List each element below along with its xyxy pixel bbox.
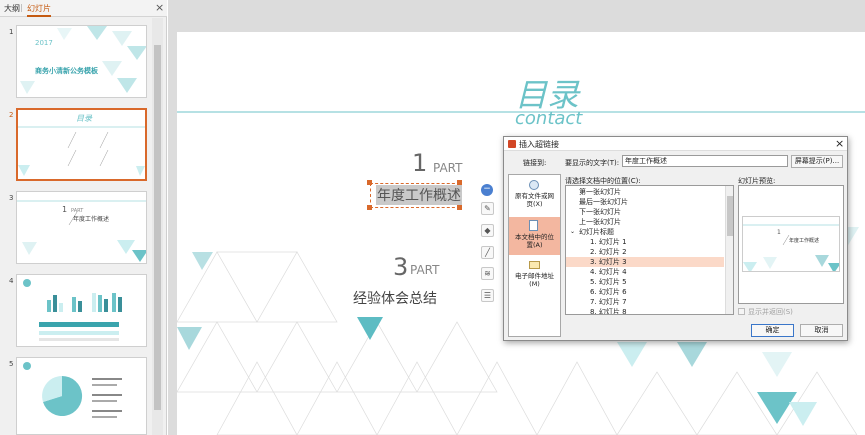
nav-existing-file[interactable]: 原有文件或网页(X): [509, 177, 560, 215]
preview-text: 年度工作概述: [789, 238, 820, 244]
part3-number[interactable]: 3: [393, 253, 408, 281]
slide-thumbnail-3[interactable]: 1 PART 年度工作概述: [16, 191, 147, 264]
line-style-icon[interactable]: ╱: [481, 246, 494, 259]
part3-text[interactable]: 经验体会总结: [353, 288, 437, 308]
thumb-title: 目录: [76, 114, 92, 123]
tab-slides[interactable]: 幻灯片: [27, 3, 51, 17]
scrollbar-thumb[interactable]: [154, 45, 161, 410]
doc-place-icon: [529, 220, 538, 231]
pane-tabs: 大纲 | 幻灯片 ×: [0, 0, 167, 17]
part1-number[interactable]: 1: [412, 149, 427, 177]
list-item-selected[interactable]: 3. 幻灯片 3: [566, 257, 724, 267]
edit-shape-icon[interactable]: ✎: [481, 202, 494, 215]
preview-pattern: [743, 224, 839, 271]
slide-thumbnail-2[interactable]: 目录: [16, 108, 147, 181]
mail-icon: [529, 261, 540, 269]
show-return-label: 显示并返回(S): [748, 308, 793, 316]
nav-label: 本文档中的位置(A): [515, 233, 554, 249]
list-item[interactable]: 5. 幻灯片 5: [566, 277, 724, 287]
slide-thumbnail-5[interactable]: [16, 357, 147, 435]
slide-thumbnail-4[interactable]: [16, 274, 147, 347]
list-item[interactable]: 最后一张幻灯片: [566, 197, 724, 207]
globe-doc-icon: [529, 180, 539, 190]
ok-button[interactable]: 确定: [751, 324, 794, 337]
thumb-number: 1: [9, 28, 14, 36]
resize-handle[interactable]: [367, 205, 372, 210]
thumb-year: 2017: [35, 39, 53, 47]
close-icon[interactable]: ×: [155, 1, 164, 14]
nav-email-address[interactable]: 电子邮件地址(M): [509, 257, 560, 295]
settings-icon[interactable]: ☰: [481, 289, 494, 302]
list-scrollbar[interactable]: [725, 186, 733, 314]
insert-hyperlink-dialog: 插入超链接 × 链接到: 要显示的文字(T): 年度工作概述 屏幕提示(P)..…: [503, 136, 848, 341]
resize-handle[interactable]: [367, 180, 372, 185]
part1-label[interactable]: PART: [433, 161, 462, 175]
nav-label: 电子邮件地址(M): [515, 272, 554, 288]
list-item[interactable]: 8. 幻灯片 8: [566, 307, 724, 314]
thumb-pattern: [20, 26, 146, 94]
link-to-label: 链接到:: [523, 159, 547, 167]
fill-icon[interactable]: ◆: [481, 224, 494, 237]
display-text-label: 要显示的文字(T):: [565, 159, 620, 167]
preview-number: 1: [777, 229, 781, 236]
thumb-number: 4: [9, 277, 14, 285]
display-text-input[interactable]: 年度工作概述: [622, 155, 788, 167]
slide-thumbnail-1[interactable]: 2017 商务小清新公务模板: [16, 25, 147, 98]
nav-place-in-document[interactable]: 本文档中的位置(A): [509, 217, 560, 255]
slide-preview-box: 1 年度工作概述: [738, 185, 844, 304]
minus-icon[interactable]: −: [481, 184, 493, 196]
list-item[interactable]: 6. 幻灯片 6: [566, 287, 724, 297]
layers-icon[interactable]: ≋: [481, 267, 494, 280]
place-list[interactable]: 第一张幻灯片 最后一张幻灯片 下一张幻灯片 上一张幻灯片 ⌄ 幻灯片标题 1. …: [565, 185, 734, 315]
nav-label: 原有文件或网页(X): [515, 192, 554, 208]
thumb-chart: [23, 362, 122, 418]
slide-subtitle[interactable]: contact: [515, 108, 582, 129]
resize-handle[interactable]: [457, 205, 462, 210]
list-item[interactable]: 7. 幻灯片 7: [566, 297, 724, 307]
tab-separator: |: [20, 3, 23, 12]
cancel-button[interactable]: 取消: [800, 324, 843, 337]
list-item[interactable]: 幻灯片标题: [566, 227, 724, 237]
thumb-number: 1: [62, 205, 68, 214]
show-return-checkbox[interactable]: [738, 308, 745, 315]
dialog-title: 插入超链接: [519, 140, 559, 149]
thumb-pattern: [17, 200, 146, 262]
list-item[interactable]: 第一张幻灯片: [566, 187, 724, 197]
app-icon: [508, 140, 516, 148]
list-item[interactable]: 上一张幻灯片: [566, 217, 724, 227]
close-icon[interactable]: ×: [835, 137, 844, 150]
tab-outline[interactable]: 大纲: [4, 3, 20, 14]
thumb-number: 5: [9, 360, 14, 368]
thumb-number: 2: [9, 111, 14, 119]
thumb-text: 年度工作概述: [73, 216, 110, 223]
list-item[interactable]: 2. 幻灯片 2: [566, 247, 724, 257]
list-item[interactable]: 1. 幻灯片 1: [566, 237, 724, 247]
list-item[interactable]: 4. 幻灯片 4: [566, 267, 724, 277]
thumb-chart: [23, 279, 122, 341]
thumb-number: 3: [9, 194, 14, 202]
thumb-title: 商务小清新公务模板: [35, 67, 98, 75]
list-item[interactable]: 下一张幻灯片: [566, 207, 724, 217]
slide-preview: 1 年度工作概述: [742, 216, 840, 272]
part1-text[interactable]: 年度工作概述: [376, 185, 462, 205]
part3-label[interactable]: PART: [410, 263, 439, 277]
screentip-button[interactable]: 屏幕提示(P)...: [791, 155, 843, 168]
dialog-titlebar[interactable]: 插入超链接 ×: [504, 137, 847, 151]
scrollbar-thumb[interactable]: [727, 196, 733, 236]
